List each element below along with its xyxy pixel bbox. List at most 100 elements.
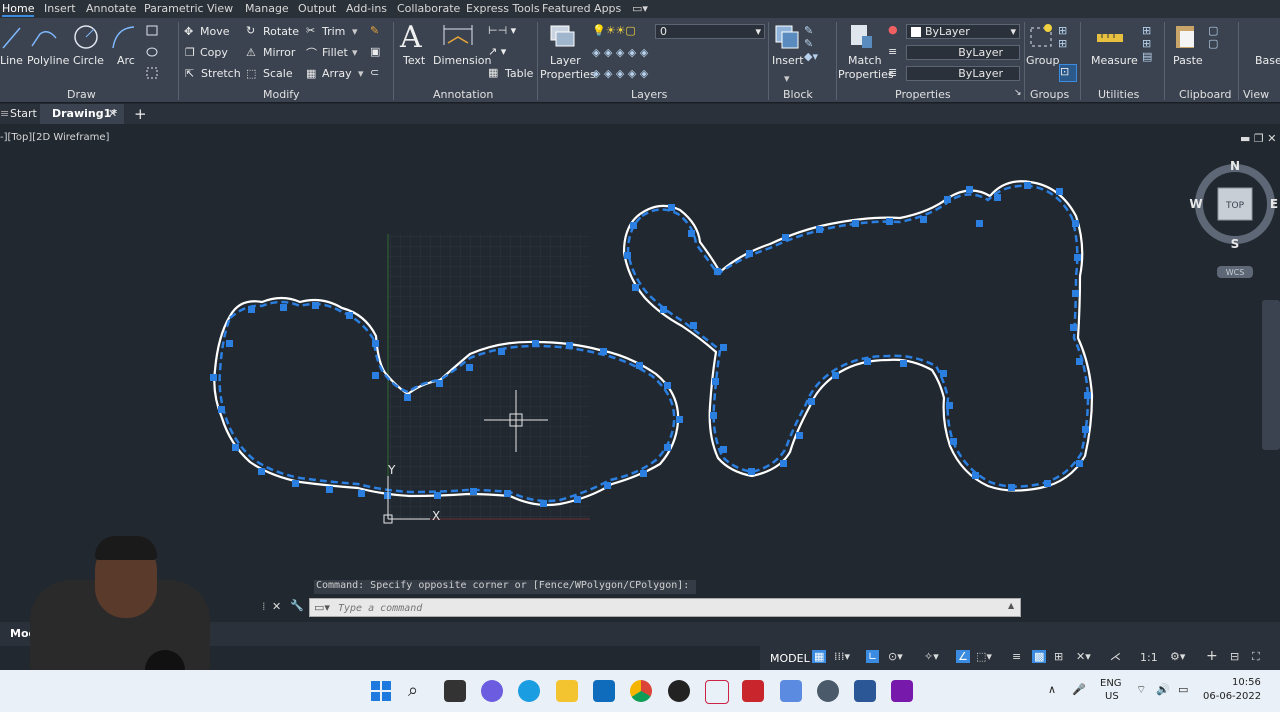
stretch-button[interactable]: Stretch: [201, 67, 241, 80]
trim-dropdown-icon[interactable]: ▾: [352, 25, 358, 38]
layer-properties-icon[interactable]: [548, 22, 578, 52]
array-dropdown-icon[interactable]: ▾: [358, 67, 364, 80]
settings-icon[interactable]: [817, 680, 839, 702]
annotation-scale-icon[interactable]: ⋌: [1110, 650, 1121, 663]
command-grip-icon[interactable]: ⁞: [262, 600, 266, 613]
array-icon[interactable]: ▦: [306, 67, 316, 80]
layer-properties-label-2[interactable]: Properties: [540, 68, 596, 81]
trim-icon[interactable]: ✂: [306, 24, 315, 37]
word-icon[interactable]: [854, 680, 876, 702]
ribbon-tab-add-ins[interactable]: Add-ins: [346, 2, 387, 15]
copy-button[interactable]: Copy: [200, 46, 228, 59]
command-line[interactable]: ▭▾ ▲: [309, 598, 1021, 617]
dimension-button[interactable]: Dimension: [433, 54, 491, 67]
linetype-icon[interactable]: ≡: [888, 45, 897, 58]
fillet-button[interactable]: Fillet: [322, 46, 348, 59]
lineweight-icon[interactable]: ≣: [888, 66, 897, 79]
polyline-button[interactable]: Polyline: [27, 54, 69, 67]
text-button[interactable]: Text: [403, 54, 425, 67]
clipboard-tools-icons[interactable]: ▢ ▢: [1208, 24, 1218, 50]
clock-time[interactable]: 10:56: [1232, 677, 1261, 688]
match-properties-label-2[interactable]: Properties: [838, 68, 894, 81]
block-tools-icons[interactable]: ✎ ✎ ◆▾: [804, 24, 818, 63]
base-button[interactable]: Base: [1255, 54, 1280, 67]
ribbon-tab-insert[interactable]: Insert: [44, 2, 76, 15]
selection-cycling-icon[interactable]: ⊞: [1054, 650, 1063, 663]
autocad-icon[interactable]: [742, 680, 764, 702]
grid-toggle-icon[interactable]: ▦: [812, 650, 827, 663]
arc-button[interactable]: Arc: [117, 54, 135, 67]
file-explorer-icon[interactable]: [556, 680, 578, 702]
line-icon[interactable]: [2, 24, 22, 52]
group-button[interactable]: Group: [1026, 54, 1060, 67]
language-indicator[interactable]: ENG: [1100, 678, 1122, 689]
battery-icon[interactable]: ▭: [1178, 683, 1188, 696]
dimension-icon[interactable]: [442, 23, 474, 51]
scale-button[interactable]: Scale: [263, 67, 293, 80]
explode-icon[interactable]: ▣: [370, 45, 380, 58]
whiteboard-icon[interactable]: [705, 680, 729, 704]
command-history-toggle-icon[interactable]: ▲: [1008, 601, 1014, 610]
group-tools-icons[interactable]: ⊞ ⊞: [1058, 24, 1067, 50]
compass-w-label[interactable]: W: [1189, 197, 1202, 211]
edge-icon[interactable]: [518, 680, 540, 702]
drawing-tab[interactable]: Drawing1* ✕: [40, 104, 124, 124]
wifi-icon[interactable]: ⌔: [1136, 683, 1146, 697]
fillet-icon[interactable]: ⌒: [306, 45, 317, 61]
layer-tools-row2-icons[interactable]: ◈ ◈ ◈ ◈ ◈: [592, 67, 648, 80]
compass-s-label[interactable]: S: [1231, 237, 1240, 251]
fillet-dropdown-icon[interactable]: ▾: [352, 46, 358, 59]
rotate-icon[interactable]: ↻: [246, 24, 255, 37]
ribbon-tab-parametric[interactable]: Parametric: [144, 2, 204, 15]
command-input[interactable]: [336, 601, 1000, 616]
insert-button[interactable]: Insert: [772, 54, 804, 67]
clock-date[interactable]: 06-06-2022: [1203, 691, 1261, 702]
tray-chevron-icon[interactable]: ∧: [1048, 683, 1056, 696]
array-button[interactable]: Array: [322, 67, 352, 80]
modify-panel-title[interactable]: Modify: [263, 88, 299, 101]
color-dropdown[interactable]: ByLayer ▾: [906, 24, 1020, 39]
start-tab[interactable]: Start: [10, 107, 37, 120]
copy-icon[interactable]: ❐: [185, 46, 195, 59]
paste-icon[interactable]: [1172, 22, 1200, 52]
mirror-icon[interactable]: ⚠: [246, 46, 256, 59]
scale-icon[interactable]: ⬚: [246, 67, 256, 80]
properties-panel-title[interactable]: Properties: [895, 88, 951, 101]
ribbon-options-icon[interactable]: ▭▾: [632, 2, 648, 15]
command-close-icon[interactable]: ✕: [272, 600, 281, 613]
paste-button[interactable]: Paste: [1173, 54, 1203, 67]
match-properties-label-1[interactable]: Match: [848, 54, 882, 67]
tray-mic-icon[interactable]: 🎤: [1072, 683, 1086, 696]
annotation-scale-value[interactable]: 1:1: [1140, 651, 1158, 664]
navigation-bar[interactable]: [1262, 300, 1280, 450]
insert-dropdown-icon[interactable]: ▾: [784, 72, 790, 85]
polar-toggle-icon[interactable]: ⊙▾: [888, 650, 903, 663]
utilities-panel-title[interactable]: Utilities: [1098, 88, 1139, 101]
isolate-objects-icon[interactable]: ⊟: [1230, 650, 1239, 663]
annotation-panel-title[interactable]: Annotation: [433, 88, 493, 101]
text-icon[interactable]: A: [400, 20, 422, 55]
close-icon[interactable]: ✕: [108, 107, 117, 120]
windows-start-icon[interactable]: [370, 680, 392, 702]
clipboard-panel-title[interactable]: Clipboard: [1179, 88, 1232, 101]
layer-properties-label-1[interactable]: Layer: [550, 54, 581, 67]
command-prompt-icon[interactable]: ▭▾: [314, 601, 330, 614]
erase-icon[interactable]: ✎: [370, 24, 379, 37]
snap-toggle-icon[interactable]: ⁞⁞⁞▾: [834, 650, 850, 663]
isodraft-toggle-icon[interactable]: ✧▾: [924, 650, 939, 663]
block-panel-title[interactable]: Block: [783, 88, 813, 101]
leader-small-icon[interactable]: ↗ ▾: [488, 45, 506, 58]
clean-screen-icon[interactable]: ⛶: [1252, 650, 1260, 664]
ribbon-tab-view[interactable]: View: [207, 2, 233, 15]
osnap-tracking-icon[interactable]: ∠: [956, 650, 970, 663]
ortho-toggle-icon[interactable]: ∟: [866, 650, 880, 663]
color-wheel-icon[interactable]: ●: [888, 23, 898, 36]
command-customize-icon[interactable]: 🔧: [290, 599, 304, 612]
move-icon[interactable]: ✥: [184, 25, 193, 38]
viewcube[interactable]: TOP N S W E WCS: [1189, 159, 1278, 278]
annotation-monitor-icon[interactable]: +: [1206, 648, 1218, 664]
ribbon-tab-express-tools[interactable]: Express Tools: [466, 2, 540, 15]
ribbon-tab-featured-apps[interactable]: Featured Apps: [542, 2, 621, 15]
properties-launcher-icon[interactable]: ↘: [1014, 88, 1022, 98]
viewcube-top-label[interactable]: TOP: [1225, 201, 1245, 211]
